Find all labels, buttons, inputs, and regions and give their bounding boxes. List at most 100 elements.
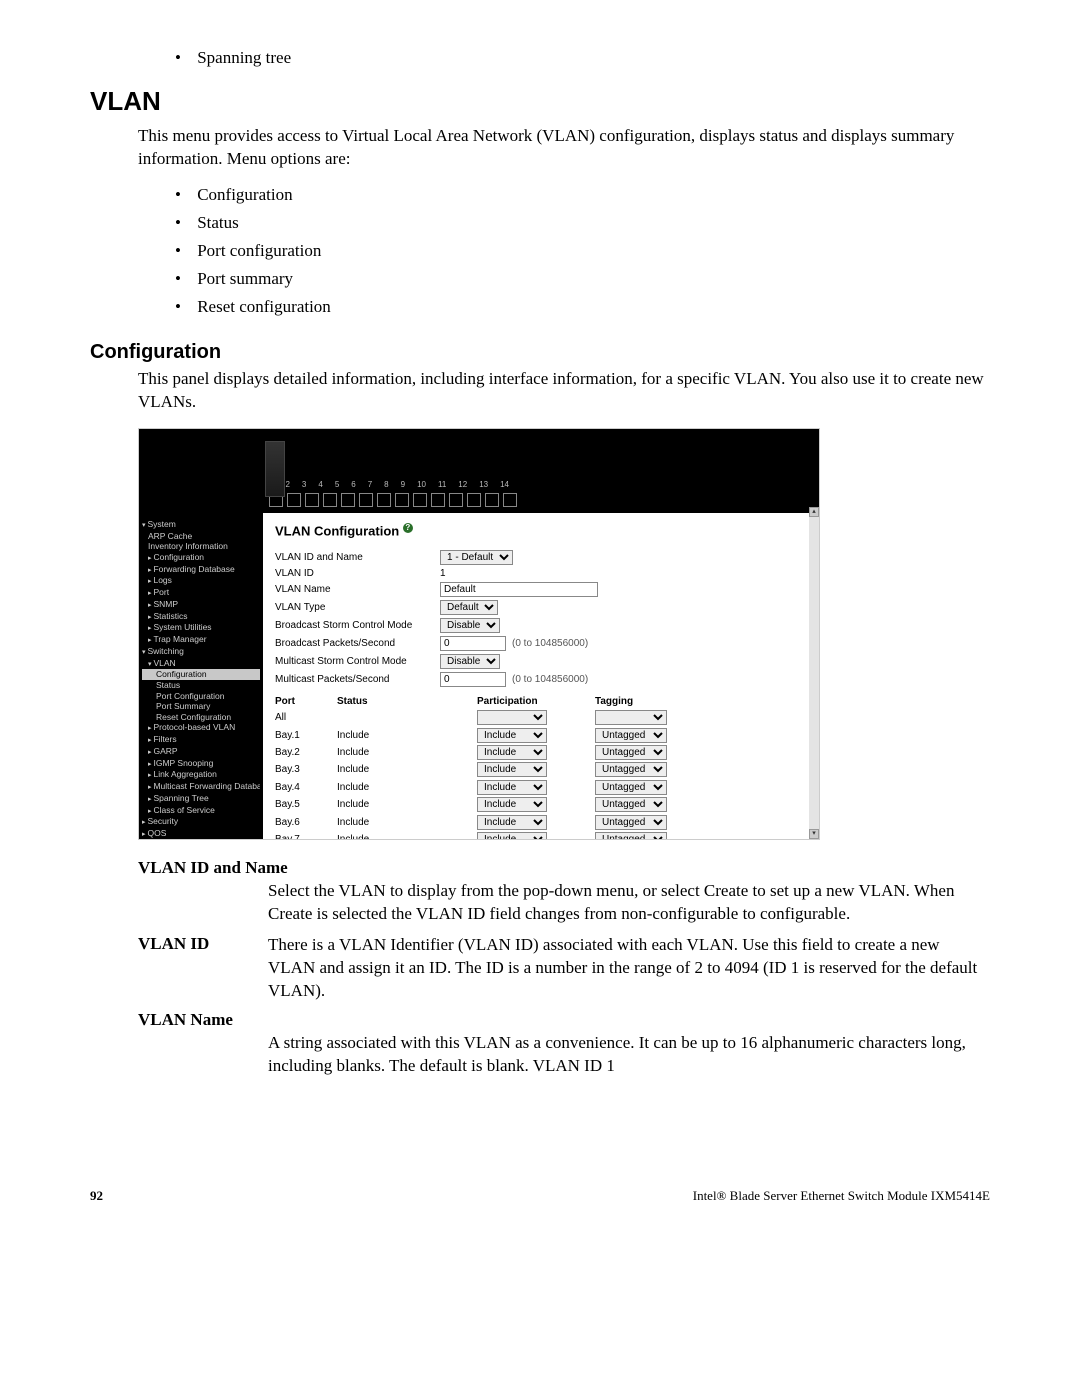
port-box[interactable]	[485, 493, 499, 507]
port-table: Port Status Participation Tagging All Ba…	[275, 696, 807, 840]
participation-select[interactable]: Include	[477, 728, 547, 743]
heading-configuration: Configuration	[90, 341, 990, 364]
scroll-up-icon[interactable]: ▴	[809, 507, 819, 517]
nav-item[interactable]: Spanning Tree	[142, 793, 260, 805]
nav-item[interactable]: Switching	[142, 646, 260, 658]
nav-item[interactable]: GARP	[142, 746, 260, 758]
nav-item[interactable]: Link Aggregation	[142, 769, 260, 781]
page-footer: 92 Intel® Blade Server Ethernet Switch M…	[90, 1188, 990, 1204]
nav-item[interactable]: Status	[142, 680, 260, 691]
bcast-pps-hint: (0 to 104856000)	[512, 638, 588, 649]
nav-item[interactable]: SNMP	[142, 599, 260, 611]
port-num: 10	[417, 480, 426, 489]
cell-port: Bay.1	[275, 730, 337, 741]
device-image	[265, 441, 285, 497]
bcast-mode-label: Broadcast Storm Control Mode	[275, 620, 440, 631]
nav-item[interactable]: Inventory Information	[142, 541, 260, 552]
tagging-select[interactable]: Untagged	[595, 832, 667, 840]
nav-item[interactable]: Port	[142, 587, 260, 599]
nav-item[interactable]: Trap Manager	[142, 634, 260, 646]
nav-item[interactable]: Protocol-based VLAN	[142, 722, 260, 734]
port-box[interactable]	[449, 493, 463, 507]
participation-select[interactable]: Include	[477, 745, 547, 760]
nav-item[interactable]: Reset Configuration	[142, 712, 260, 723]
port-box[interactable]	[467, 493, 481, 507]
cell-port: Bay.5	[275, 799, 337, 810]
port-indicators	[269, 493, 517, 507]
mcast-pps-input[interactable]	[440, 672, 506, 687]
port-num: 9	[401, 480, 405, 489]
port-box[interactable]	[341, 493, 355, 507]
port-box[interactable]	[413, 493, 427, 507]
nav-item[interactable]: Port Configuration	[142, 691, 260, 702]
bcast-mode-select[interactable]: Disable	[440, 618, 500, 633]
port-box[interactable]	[287, 493, 301, 507]
vlan-id-value: 1	[440, 568, 807, 579]
help-icon[interactable]: ?	[403, 523, 413, 533]
port-box[interactable]	[377, 493, 391, 507]
participation-select[interactable]: Include	[477, 832, 547, 840]
table-row: Bay.5IncludeIncludeUntagged	[275, 796, 807, 813]
tagging-select[interactable]: Untagged	[595, 745, 667, 760]
participation-select[interactable]: Include	[477, 797, 547, 812]
table-row: Bay.7IncludeIncludeUntagged	[275, 831, 807, 840]
port-num: 11	[438, 480, 446, 489]
mcast-pps-hint: (0 to 104856000)	[512, 674, 588, 685]
port-num: 3	[302, 480, 306, 489]
port-num: 2	[285, 480, 289, 489]
port-box[interactable]	[359, 493, 373, 507]
port-box[interactable]	[503, 493, 517, 507]
cell-status: Include	[337, 747, 477, 758]
vlan-menu-options: Configuration Status Port configuration …	[175, 181, 990, 321]
vlan-id-name-select[interactable]: 1 - Default	[440, 550, 513, 565]
scroll-down-icon[interactable]: ▾	[809, 829, 819, 839]
nav-item[interactable]: Logs	[142, 575, 260, 587]
port-box[interactable]	[323, 493, 337, 507]
scrollbar[interactable]: ▴ ▾	[809, 507, 819, 839]
vlan-type-select[interactable]: Default	[440, 600, 498, 615]
th-port: Port	[275, 696, 337, 707]
vlan-name-input[interactable]	[440, 582, 598, 597]
tagging-select[interactable]: Untagged	[595, 728, 667, 743]
cell-port: Bay.4	[275, 782, 337, 793]
def-term-vlan-name: VLAN Name	[138, 1010, 990, 1030]
nav-item[interactable]: Filters	[142, 734, 260, 746]
port-num: 5	[335, 480, 339, 489]
participation-select[interactable]: Include	[477, 780, 547, 795]
nav-item[interactable]: Forwarding Database	[142, 564, 260, 576]
port-box[interactable]	[395, 493, 409, 507]
nav-item[interactable]: Configuration	[142, 669, 260, 680]
vlan-name-label: VLAN Name	[275, 584, 440, 595]
nav-item[interactable]: Class of Service	[142, 805, 260, 817]
nav-item[interactable]: Statistics	[142, 611, 260, 623]
nav-item[interactable]: VLAN	[142, 658, 260, 670]
cell-status: Include	[337, 799, 477, 810]
nav-item[interactable]: Configuration	[142, 552, 260, 564]
tagging-select[interactable]: Untagged	[595, 797, 667, 812]
tagging-select[interactable]: Untagged	[595, 780, 667, 795]
nav-item[interactable]: ARP Cache	[142, 531, 260, 542]
bullet-spanning-tree: Spanning tree	[175, 48, 990, 68]
bcast-pps-input[interactable]	[440, 636, 506, 651]
nav-item[interactable]: Port Summary	[142, 701, 260, 712]
nav-item[interactable]: System Utilities	[142, 622, 260, 634]
all-participation-select[interactable]	[477, 710, 547, 725]
all-tagging-select[interactable]	[595, 710, 667, 725]
participation-select[interactable]: Include	[477, 762, 547, 777]
nav-item[interactable]: System	[142, 519, 260, 531]
def-desc-vlan-id: There is a VLAN Identifier (VLAN ID) ass…	[268, 934, 990, 1003]
port-box[interactable]	[305, 493, 319, 507]
mcast-mode-select[interactable]: Disable	[440, 654, 500, 669]
nav-item[interactable]: QOS	[142, 828, 260, 840]
configuration-intro-text: This panel displays detailed information…	[138, 368, 990, 414]
tagging-select[interactable]: Untagged	[595, 815, 667, 830]
participation-select[interactable]: Include	[477, 815, 547, 830]
tagging-select[interactable]: Untagged	[595, 762, 667, 777]
port-box[interactable]	[431, 493, 445, 507]
nav-item[interactable]: Security	[142, 816, 260, 828]
nav-item[interactable]: IGMP Snooping	[142, 758, 260, 770]
mcast-mode-label: Multicast Storm Control Mode	[275, 656, 440, 667]
port-num: 12	[458, 480, 467, 489]
cell-status: Include	[337, 834, 477, 840]
nav-item[interactable]: Multicast Forwarding Database	[142, 781, 260, 793]
